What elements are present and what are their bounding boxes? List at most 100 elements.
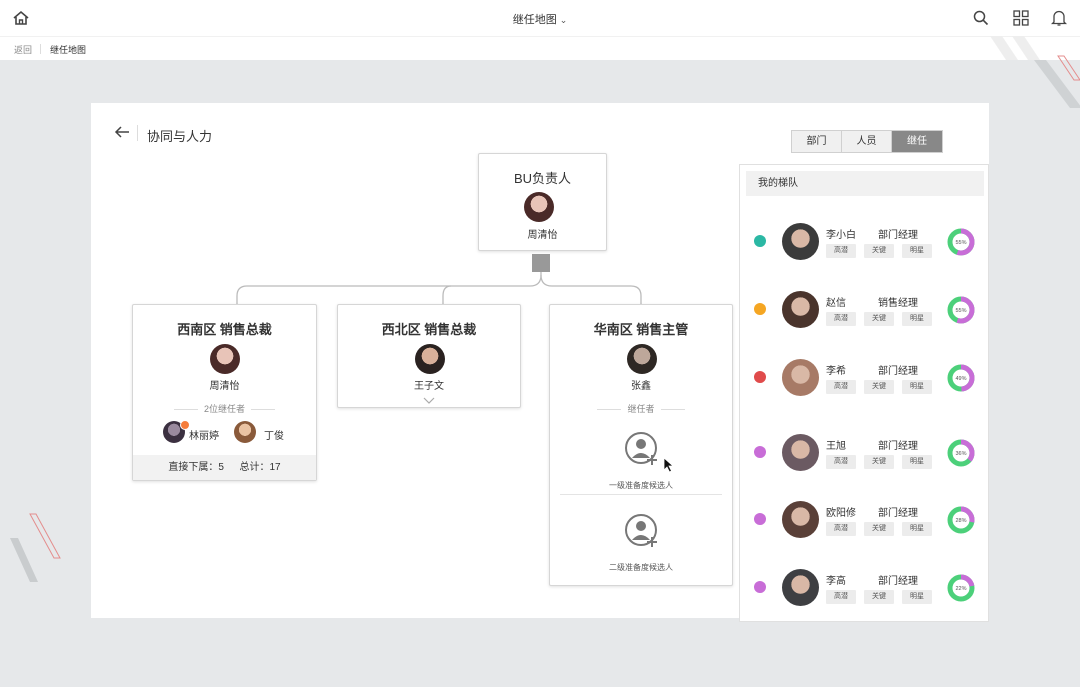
top-bar: 继任地图 ⌄ — [0, 0, 1080, 36]
avatar — [524, 192, 554, 222]
grid-icon[interactable] — [1013, 10, 1029, 26]
donut-label: 22% — [955, 586, 966, 592]
node-title: 西南区 销售总裁 — [177, 322, 272, 337]
tab-department[interactable]: 部门 — [792, 131, 842, 152]
node-footer: 直接下属：5 总计：17 — [133, 455, 316, 480]
avatar — [782, 569, 819, 606]
tag-chip: 高潜 — [826, 522, 856, 536]
tag-chip: 关键 — [864, 522, 894, 536]
successor-name: 丁俊 — [264, 431, 284, 442]
page-title: 继任地图 — [512, 14, 557, 26]
tag-chip: 高潜 — [826, 244, 856, 258]
tag-chip: 明星 — [902, 522, 932, 536]
breadcrumb: 返回 继任地图 — [0, 36, 1080, 60]
tag-chip: 关键 — [864, 590, 894, 604]
avatar — [782, 223, 819, 260]
tag-chip: 明星 — [902, 590, 932, 604]
donut-label: 28% — [955, 518, 966, 524]
avatar — [415, 344, 445, 374]
tag-chip: 关键 — [864, 455, 894, 469]
tag-chip: 关键 — [864, 312, 894, 326]
candidate-slot-level-2[interactable]: 二级准备度候选人 — [550, 505, 732, 577]
status-dot — [754, 513, 766, 525]
status-dot — [754, 235, 766, 247]
tag-chip: 明星 — [902, 455, 932, 469]
org-node-southwest[interactable]: 西南区 销售总裁 周清怡 2位继任者 林丽婷 丁俊 直接下属：5 总计：17 — [132, 304, 317, 481]
avatar — [782, 291, 819, 328]
successor-name: 林丽婷 — [189, 431, 219, 442]
cursor-icon — [663, 457, 675, 473]
donut-label: 55% — [955, 240, 966, 246]
tag-chip: 高潜 — [826, 455, 856, 469]
avatar — [627, 344, 657, 374]
tag-chip: 高潜 — [826, 380, 856, 394]
donut-label: 55% — [955, 308, 966, 314]
successor-item[interactable]: 林丽婷 — [163, 420, 227, 446]
breadcrumb-separator — [40, 44, 41, 54]
avatar — [210, 344, 240, 374]
candidate-slot-level-1[interactable]: 一级准备度候选人 — [550, 423, 732, 495]
candidate-slot-label: 一级准备度候选人 — [609, 481, 673, 490]
tab-people[interactable]: 人员 — [842, 131, 892, 152]
total-reports: 总计：17 — [239, 462, 281, 473]
node-person-name: 周清怡 — [209, 381, 240, 392]
tab-succession[interactable]: 继任 — [892, 131, 942, 152]
progress-donut: 49% — [947, 364, 975, 392]
bell-icon[interactable] — [1051, 9, 1067, 27]
node-title: 西北区 销售总裁 — [381, 322, 477, 337]
page-title-dropdown[interactable]: 继任地图 ⌄ — [0, 11, 1080, 27]
chevron-down-icon: ⌄ — [559, 15, 568, 25]
node-title: BU负责人 — [513, 171, 572, 186]
org-connector-lines — [236, 254, 642, 304]
status-dot — [754, 371, 766, 383]
progress-donut: 55% — [947, 228, 975, 256]
member-name: 王旭 — [826, 441, 846, 452]
direct-reports: 直接下属：5 — [168, 462, 224, 473]
member-name: 李希 — [826, 366, 846, 377]
tag-chip: 高潜 — [826, 312, 856, 326]
member-name: 李小白 — [826, 230, 856, 241]
member-role: 部门经理 — [878, 230, 918, 241]
org-node-root[interactable]: BU负责人 周清怡 — [478, 153, 607, 251]
back-link[interactable]: 返回 — [14, 43, 32, 56]
progress-donut: 55% — [947, 296, 975, 324]
decor-stripes-bottom-left — [10, 513, 61, 582]
status-dot — [754, 446, 766, 458]
avatar — [782, 359, 819, 396]
add-person-icon — [625, 514, 657, 547]
search-icon[interactable] — [973, 10, 989, 26]
node-title: 华南区 销售主管 — [593, 322, 689, 337]
org-node-southchina[interactable]: 华南区 销售主管 张鑫 继任者 一级准备度候选人 二级准备度候选人 — [549, 304, 733, 586]
member-row[interactable]: 赵信 销售经理 高潜 关键 明星 55% — [740, 279, 990, 339]
member-row[interactable]: 李高 部门经理 高潜 关键 明星 22% — [740, 557, 990, 617]
member-row[interactable]: 李希 部门经理 高潜 关键 明星 49% — [740, 347, 990, 407]
member-row[interactable]: 欧阳修 部门经理 高潜 关键 明星 28% — [740, 489, 990, 549]
successor-count-label: 2位继任者 — [133, 402, 316, 415]
add-person-icon — [625, 432, 657, 465]
tag-chip: 明星 — [902, 244, 932, 258]
member-role: 部门经理 — [878, 576, 918, 587]
donut-label: 49% — [955, 376, 966, 382]
member-name: 李高 — [826, 576, 846, 587]
tag-chip: 关键 — [864, 380, 894, 394]
avatar — [782, 501, 819, 538]
avatar — [234, 421, 256, 443]
talent-pipeline-panel: 我的梯队 李小白 部门经理 高潜 关键 明星 55% 赵信 销售经理 高潜 关键 明星 55% 李希 部门… — [739, 164, 989, 622]
successor-item[interactable]: 丁俊 — [234, 420, 294, 446]
node-person-name: 张鑫 — [631, 381, 651, 392]
node-person-name: 周清怡 — [527, 230, 558, 241]
org-node-northwest[interactable]: 西北区 销售总裁 王子文 — [337, 304, 521, 408]
tag-chip: 关键 — [864, 244, 894, 258]
tag-chip: 明星 — [902, 380, 932, 394]
node-person-name: 王子文 — [414, 381, 444, 392]
successor-section-label: 继任者 — [550, 402, 732, 415]
member-row[interactable]: 王旭 部门经理高潜 关键 明星 36% — [740, 422, 990, 482]
donut-label: 36% — [955, 451, 966, 457]
member-role: 销售经理 — [878, 298, 918, 309]
member-role: 部门经理 — [878, 508, 918, 519]
decor-stripes-top-right — [990, 36, 1080, 108]
chevron-down-icon[interactable] — [423, 397, 435, 405]
candidate-slot-label: 二级准备度候选人 — [609, 563, 673, 572]
member-role: 部门经理 — [878, 441, 918, 452]
member-row[interactable]: 李小白 部门经理高潜 关键 明星 55% — [740, 211, 990, 271]
